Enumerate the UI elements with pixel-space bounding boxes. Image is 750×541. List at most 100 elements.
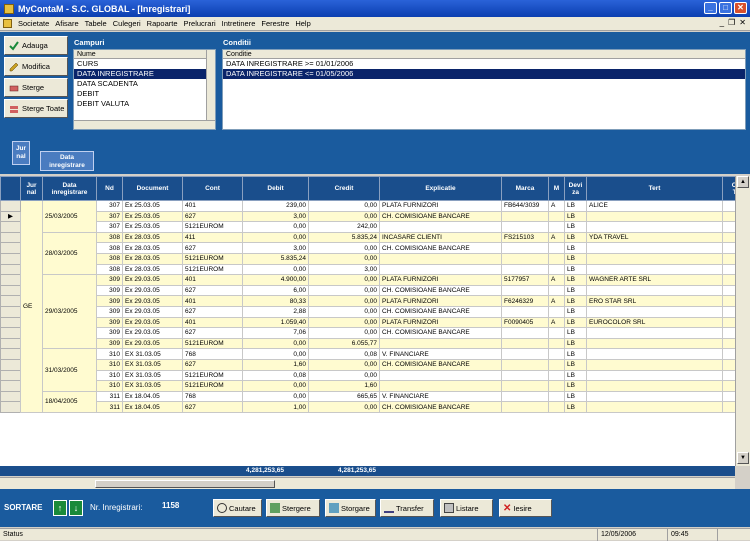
cell-tert[interactable] xyxy=(586,252,723,265)
cell-cota-tva[interactable]: 0,00 xyxy=(722,210,735,223)
cell-cont[interactable]: 627 xyxy=(182,358,243,371)
cell-explicatie[interactable]: PLATA FURNIZORI xyxy=(379,200,502,212)
cell-explicatie[interactable] xyxy=(379,337,502,350)
cell-document[interactable]: EX 31.03.05 xyxy=(122,380,183,392)
cell-cont[interactable]: 5121EUROM xyxy=(182,369,243,382)
col-explicatie[interactable]: Explicatie xyxy=(379,176,502,201)
cell-document[interactable]: Ex 29.03.05 xyxy=(122,316,183,329)
cell-deviza[interactable]: LB xyxy=(564,210,587,223)
cell-marca[interactable] xyxy=(501,221,549,233)
scroll-up-icon[interactable]: ▲ xyxy=(737,176,749,188)
cell-debit[interactable]: 0,00 xyxy=(242,231,309,244)
cell-credit[interactable]: 0,00 xyxy=(308,210,380,223)
row-indicator[interactable] xyxy=(0,348,21,360)
cell-debit[interactable]: 0,00 xyxy=(242,348,309,360)
cell-document[interactable]: Ex 28.03.05 xyxy=(122,242,183,254)
cell-m[interactable] xyxy=(548,210,565,223)
cell-cont[interactable]: 768 xyxy=(182,390,243,403)
cell-m[interactable] xyxy=(548,348,565,360)
cell-nd[interactable]: 309 xyxy=(96,316,123,329)
conditii-list[interactable]: Conditie DATA INREGISTRARE >= 01/01/2006… xyxy=(222,49,746,130)
menu-tabele[interactable]: Tabele xyxy=(82,19,110,28)
cell-m[interactable] xyxy=(548,252,565,265)
cell-cont[interactable]: 401 xyxy=(182,200,243,212)
cell-cont[interactable]: 5121EUROM xyxy=(182,221,243,233)
cell-cota-tva[interactable]: 0,00 xyxy=(722,401,735,413)
cell-cota-tva[interactable]: 0,00 xyxy=(722,316,735,329)
cell-deviza[interactable]: LB xyxy=(564,242,587,254)
field-item[interactable]: DEBIT VALUTA xyxy=(74,99,215,109)
cell-explicatie[interactable]: CH. COMISIOANE BANCARE xyxy=(379,358,502,371)
menu-afisare[interactable]: Afisare xyxy=(52,19,81,28)
print-button[interactable]: Listare xyxy=(440,499,493,517)
cell-m[interactable]: A xyxy=(548,274,565,286)
cell-cota-tva[interactable]: 0,00 xyxy=(722,242,735,254)
table-row[interactable]: 309 Ex 29.03.05 627 6,00 0,00 CH. COMISIOANE … xyxy=(0,284,735,297)
cell-cota-tva[interactable]: 0,00 xyxy=(722,369,735,382)
scroll-down-icon[interactable]: ▼ xyxy=(737,452,749,464)
cell-debit[interactable]: 80,33 xyxy=(242,295,309,307)
cell-nd[interactable]: 308 xyxy=(96,231,123,244)
cell-marca[interactable] xyxy=(501,358,549,371)
cell-deviza[interactable]: LB xyxy=(564,221,587,233)
cell-tert[interactable] xyxy=(586,242,723,254)
row-indicator[interactable] xyxy=(0,316,21,329)
cell-tert[interactable] xyxy=(586,390,723,403)
minimize-button[interactable]: _ xyxy=(704,2,717,14)
cell-cota-tva[interactable]: 0,00 xyxy=(722,231,735,244)
cell-explicatie[interactable]: CH. COMISIOANE BANCARE xyxy=(379,284,502,297)
cell-marca[interactable] xyxy=(501,242,549,254)
cell-explicatie[interactable]: CH. COMISIOANE BANCARE xyxy=(379,210,502,223)
cell-nd[interactable]: 310 xyxy=(96,358,123,371)
table-row[interactable]: 307Ex 25.03.055121EUROM0,00242,00LB0,00 xyxy=(0,221,735,233)
cell-marca[interactable]: F6246329 xyxy=(501,295,549,307)
cell-debit[interactable]: 7,06 xyxy=(242,327,309,339)
cell-tert[interactable]: WAGNER ARTE SRL xyxy=(586,274,723,286)
cell-cota-tva[interactable]: 0,00 xyxy=(722,358,735,371)
cell-credit[interactable]: 0,00 xyxy=(308,200,380,212)
cell-nd[interactable]: 311 xyxy=(96,390,123,403)
cell-tert[interactable] xyxy=(586,358,723,371)
cell-credit[interactable]: 0,00 xyxy=(308,284,380,297)
cell-explicatie[interactable]: PLATA FURNIZORI xyxy=(379,295,502,307)
cell-debit[interactable]: 3,00 xyxy=(242,242,309,254)
cell-cont[interactable]: 627 xyxy=(182,242,243,254)
row-indicator[interactable] xyxy=(0,284,21,297)
cell-marca[interactable]: F0090405 xyxy=(501,316,549,329)
row-indicator[interactable] xyxy=(0,221,21,233)
table-row[interactable]: 309Ex 29.03.055121EUROM0,006.055,77LB0,0… xyxy=(0,337,735,350)
cell-document[interactable]: Ex 28.03.05 xyxy=(122,231,183,244)
col-nd[interactable]: Nd xyxy=(96,176,123,201)
cell-credit[interactable]: 242,00 xyxy=(308,221,380,233)
row-indicator[interactable] xyxy=(0,252,21,265)
cell-tert[interactable] xyxy=(586,401,723,413)
cell-deviza[interactable]: LB xyxy=(564,401,587,413)
cell-debit[interactable]: 2,88 xyxy=(242,305,309,318)
cell-credit[interactable]: 1,60 xyxy=(308,380,380,392)
col-tert[interactable]: Tert xyxy=(586,176,723,201)
cell-cont[interactable]: 411 xyxy=(182,231,243,244)
cell-deviza[interactable]: LB xyxy=(564,305,587,318)
cell-nd[interactable]: 309 xyxy=(96,284,123,297)
table-row[interactable]: 310EX 31.03.055121EUROM0,001,60LB0,00 xyxy=(0,380,735,392)
cell-cota-tva[interactable]: 0,00 xyxy=(722,295,735,307)
cell-cont[interactable]: 627 xyxy=(182,401,243,413)
cell-cont[interactable]: 627 xyxy=(182,210,243,223)
cell-cota-tva[interactable]: 0,00 xyxy=(722,263,735,276)
cell-document[interactable]: EX 31.03.05 xyxy=(122,369,183,382)
cell-marca[interactable] xyxy=(501,390,549,403)
cell-deviza[interactable]: LB xyxy=(564,348,587,360)
col-marca[interactable]: Marca xyxy=(501,176,549,201)
cell-nd[interactable]: 309 xyxy=(96,337,123,350)
col-cont[interactable]: Cont xyxy=(182,176,243,201)
cell-document[interactable]: Ex 28.03.05 xyxy=(122,252,183,265)
cell-cota-tva[interactable]: 0,00 xyxy=(722,305,735,318)
cell-m[interactable] xyxy=(548,390,565,403)
table-row[interactable]: 309 Ex 29.03.05 401 80,33 0,00 PLATA FURNIZOR… xyxy=(0,295,735,307)
row-indicator[interactable] xyxy=(0,380,21,392)
cell-credit[interactable]: 0,00 xyxy=(308,401,380,413)
cell-explicatie[interactable] xyxy=(379,221,502,233)
search-button[interactable]: Cautare xyxy=(213,499,262,517)
cell-tert[interactable] xyxy=(586,327,723,339)
group-chip-data[interactable]: Data inregistrare xyxy=(40,151,94,171)
